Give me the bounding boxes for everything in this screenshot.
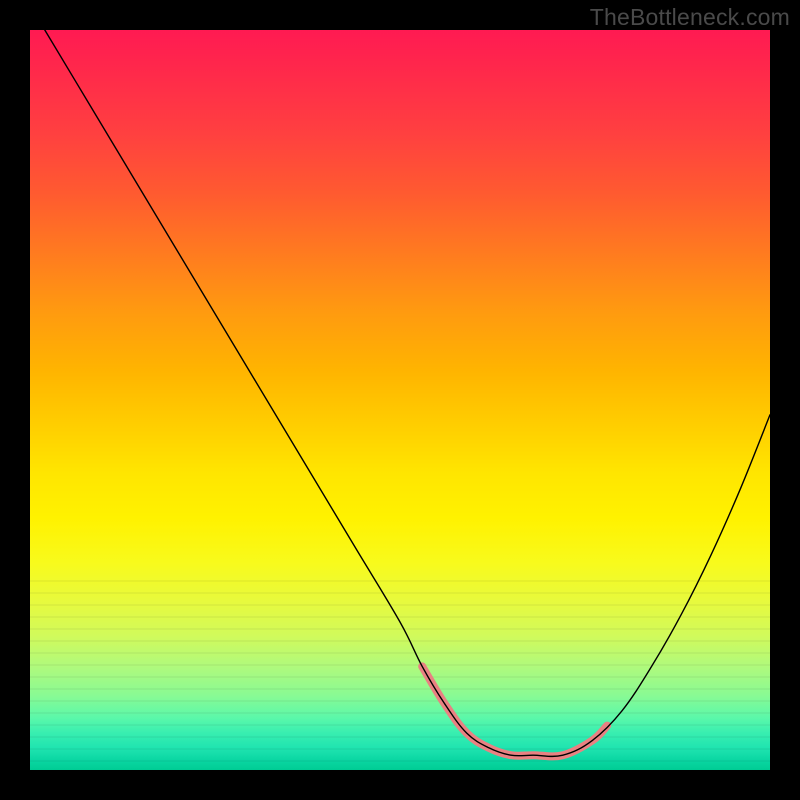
watermark-text: TheBottleneck.com [590,4,790,31]
curve-layer [30,30,770,770]
bottleneck-curve-line [45,30,770,756]
plot-area [30,30,770,770]
chart-frame: TheBottleneck.com [0,0,800,800]
